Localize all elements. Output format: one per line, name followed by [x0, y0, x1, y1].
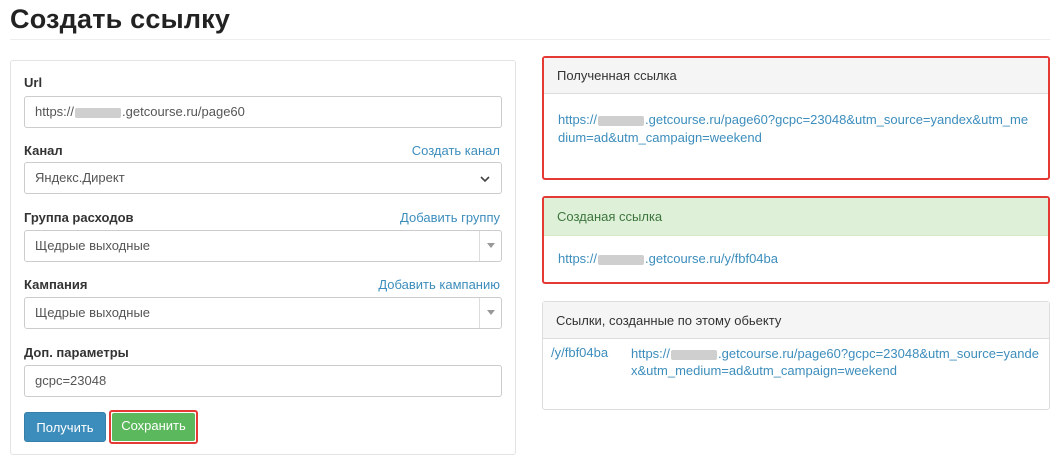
redacted-domain — [598, 115, 645, 126]
add-campaign-link[interactable]: Добавить кампанию — [378, 277, 500, 292]
chevron-down-icon — [480, 176, 490, 183]
extra-params-label: Доп. параметры — [24, 345, 129, 360]
received-link-prefix: https:// — [558, 112, 598, 127]
page-title: Создать ссылку — [10, 4, 231, 34]
history-header: Ссылки, созданные по этому обьекту — [543, 302, 1049, 339]
get-button[interactable]: Получить — [24, 412, 106, 442]
redacted-domain — [671, 349, 718, 360]
created-link[interactable]: https:// .getcourse.ru/y/fbf04ba — [558, 251, 778, 266]
received-link-header: Полученная ссылка — [544, 58, 1048, 94]
url-input-suffix: .getcourse.ru/page60 — [122, 104, 245, 119]
create-channel-link[interactable]: Создать канал — [412, 143, 500, 158]
redacted-domain — [75, 107, 122, 118]
select-caret — [479, 298, 501, 328]
url-input-prefix: https:// — [35, 104, 75, 119]
channel-select[interactable]: Яндекс.Директ — [24, 162, 502, 194]
expense-group-select[interactable]: Щедрые выходные — [24, 230, 502, 262]
campaign-select-value: Щедрые выходные — [35, 305, 151, 320]
received-link[interactable]: https://.getcourse.ru/page60?gcpc=23048&… — [558, 112, 1028, 145]
created-link-body: https:// .getcourse.ru/y/fbf04ba — [544, 236, 1048, 278]
save-button-label: Сохранить — [112, 413, 195, 441]
caret-down-icon — [487, 310, 495, 315]
history-full-link[interactable]: https://.getcourse.ru/page60?gcpc=23048&… — [631, 345, 1041, 379]
expense-group-select-value: Щедрые выходные — [35, 238, 151, 253]
link-form-panel: Url https:// .getcourse.ru/page60 Канал С… — [10, 60, 516, 455]
received-link-body: https://.getcourse.ru/page60?gcpc=23048&… — [544, 94, 1048, 157]
history-short-link[interactable]: /y/fbf04ba — [551, 345, 631, 379]
url-input[interactable]: https:// .getcourse.ru/page60 — [24, 96, 502, 128]
created-link-prefix: https:// — [558, 251, 598, 266]
history-row: /y/fbf04ba https://.getcourse.ru/page60?… — [543, 339, 1049, 385]
extra-params-input[interactable]: gcpc=23048 — [24, 365, 502, 397]
add-group-link[interactable]: Добавить группу — [400, 210, 500, 225]
expense-group-label: Группа расходов — [24, 210, 134, 225]
created-link-suffix: .getcourse.ru/y/fbf04ba — [645, 251, 779, 266]
redacted-domain — [598, 254, 645, 265]
received-link-card: Полученная ссылка https://.getcourse.ru/… — [542, 56, 1050, 180]
history-card: Ссылки, созданные по этому обьекту /y/fb… — [542, 301, 1050, 410]
campaign-label: Кампания — [24, 277, 88, 292]
created-link-header: Созданая ссылка — [544, 198, 1048, 236]
save-button[interactable]: Сохранить — [109, 410, 198, 444]
select-caret — [479, 231, 501, 261]
channel-label: Канал — [24, 143, 63, 158]
created-link-card: Созданая ссылка https:// .getcourse.ru/y/… — [542, 196, 1050, 284]
url-label: Url — [24, 75, 43, 90]
campaign-select[interactable]: Щедрые выходные — [24, 297, 502, 329]
title-divider — [10, 39, 1050, 40]
channel-select-value: Яндекс.Директ — [35, 170, 125, 185]
caret-down-icon — [487, 243, 495, 248]
history-link-prefix: https:// — [631, 346, 671, 361]
